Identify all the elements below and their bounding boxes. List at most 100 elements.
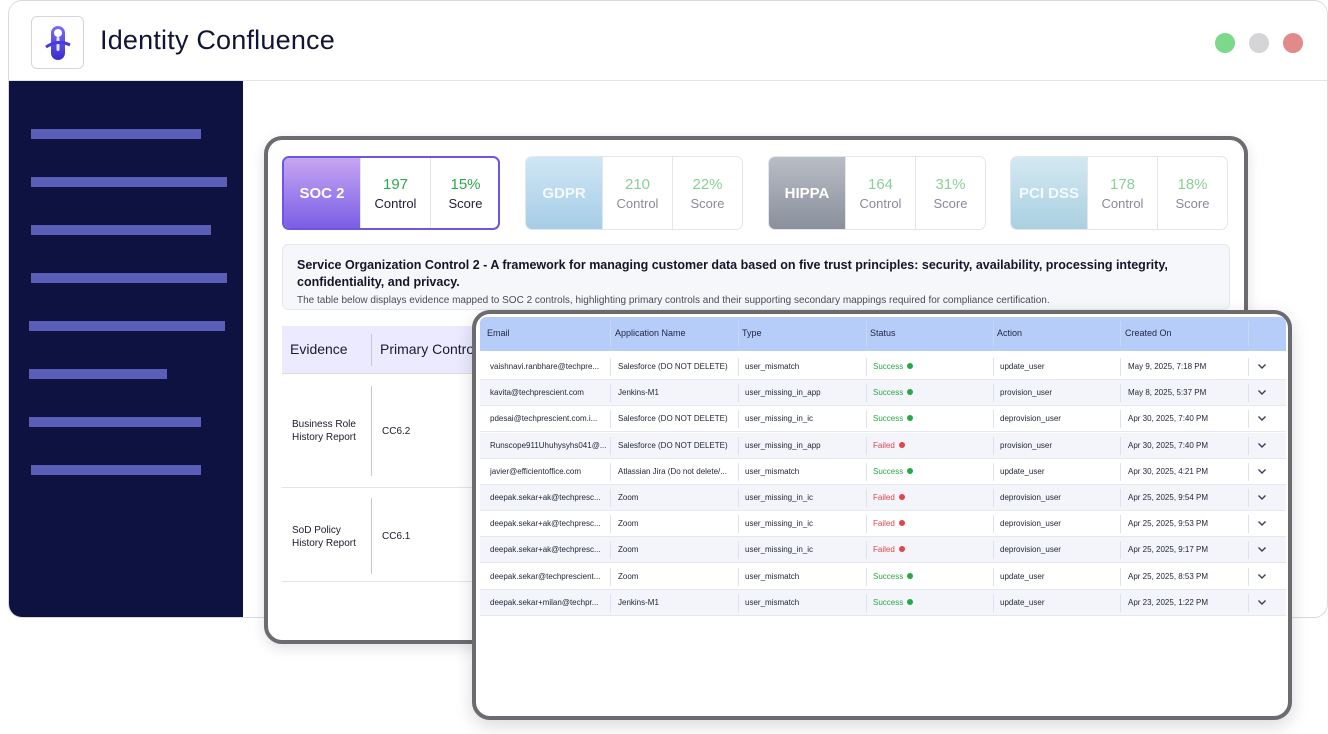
window-close-button[interactable] <box>1283 33 1303 53</box>
column-divider <box>866 515 867 534</box>
table-row[interactable]: deepak.sekar+ak@techpresc... Zoom user_mis… <box>480 511 1286 538</box>
sidebar-item-placeholder[interactable] <box>29 321 225 331</box>
cell-action: update_user <box>1000 466 1045 476</box>
table-row[interactable]: pdesai@techprescient.com.i... Salesforce … <box>480 406 1286 433</box>
column-divider <box>1248 384 1249 403</box>
cell-action: deprovision_user <box>1000 545 1061 555</box>
framework-card-pci-dss[interactable]: PCI DSS 178 Control 18% Score <box>1010 156 1228 230</box>
column-divider <box>1120 410 1121 429</box>
chevron-down-icon[interactable] <box>1256 570 1268 582</box>
cell-status: Success <box>873 467 991 476</box>
reconciliation-events-table: Email Application Name Type Status Actio… <box>472 310 1292 720</box>
cell-status: Failed <box>873 519 991 528</box>
column-divider <box>866 321 867 347</box>
cell-created-on: Apr 25, 2025, 8:53 PM <box>1128 571 1209 581</box>
framework-name: SOC 2 <box>284 158 360 228</box>
cell-action: deprovision_user <box>1000 519 1061 529</box>
framework-card-hippa[interactable]: HIPPA 164 Control 31% Score <box>768 156 986 230</box>
chevron-down-icon[interactable] <box>1256 412 1268 424</box>
cell-email: deepak.sekar+ak@techpresc... <box>490 493 601 502</box>
cell-action: update_user <box>1000 597 1045 607</box>
chevron-down-icon[interactable] <box>1256 491 1268 503</box>
chevron-down-icon[interactable] <box>1256 543 1268 555</box>
sidebar-item-placeholder[interactable] <box>31 177 227 187</box>
status-label: Failed <box>873 440 895 450</box>
evidence-row[interactable]: Business Role History Report CC6.2 <box>282 374 482 488</box>
column-divider <box>1248 541 1249 560</box>
column-divider <box>738 567 739 586</box>
column-divider <box>610 462 611 481</box>
success-indicator-icon <box>907 467 914 474</box>
sidebar-item-placeholder[interactable] <box>29 369 167 379</box>
column-header-status[interactable]: Status <box>870 328 896 338</box>
column-header-application-name[interactable]: Application Name <box>615 328 686 338</box>
table-row[interactable]: deepak.sekar+ak@techpresc... Zoom user_mis… <box>480 537 1286 564</box>
window-minimize-button[interactable] <box>1249 33 1269 53</box>
app-logo[interactable] <box>31 16 84 69</box>
column-divider <box>993 321 994 347</box>
table-row[interactable]: Runscope911Uhuhysyhs041@... Salesforce (D… <box>480 432 1286 459</box>
sidebar-item-placeholder[interactable] <box>29 417 201 427</box>
chevron-down-icon[interactable] <box>1256 517 1268 529</box>
sidebar-item-placeholder[interactable] <box>31 129 201 139</box>
column-header-action[interactable]: Action <box>997 328 1022 338</box>
column-divider <box>1120 462 1121 481</box>
cell-action: update_user <box>1000 571 1045 581</box>
chevron-down-icon[interactable] <box>1256 596 1268 608</box>
table-row[interactable]: deepak.sekar+ak@techpresc... Zoom user_mis… <box>480 485 1286 511</box>
cell-application-name: Zoom <box>618 545 639 555</box>
status-label: Success <box>873 388 904 398</box>
framework-card-soc2[interactable]: SOC 2 197 Control 15% Score <box>282 156 500 230</box>
column-divider <box>610 410 611 429</box>
cell-type: user_missing_in_ic <box>745 493 814 502</box>
column-header-evidence[interactable]: Evidence <box>290 341 348 357</box>
table-row[interactable]: deepak.sekar+milan@techpr... Jenkins-M1 us… <box>480 589 1286 616</box>
cell-created-on: May 9, 2025, 7:18 PM <box>1128 362 1207 371</box>
chevron-down-icon[interactable] <box>1256 465 1268 477</box>
chevron-down-icon[interactable] <box>1256 386 1268 398</box>
cell-application-name: Zoom <box>618 571 639 581</box>
sidebar-item-placeholder[interactable] <box>31 273 227 283</box>
cell-type: user_mismatch <box>745 597 800 607</box>
framework-card-gdpr[interactable]: GDPR 210 Control 22% Score <box>525 156 743 230</box>
column-header-type[interactable]: Type <box>742 328 762 338</box>
column-divider <box>993 384 994 403</box>
table-row[interactable]: kavita@techprescient.com Jenkins-M1 user_m… <box>480 380 1286 407</box>
sidebar-item-placeholder[interactable] <box>31 225 211 235</box>
column-header-created-on[interactable]: Created On <box>1125 328 1172 338</box>
cell-created-on: May 8, 2025, 5:37 PM <box>1128 388 1207 398</box>
table-row[interactable]: vaishnavi.ranbhare@techpre... Salesforce … <box>480 354 1286 380</box>
column-divider <box>866 593 867 612</box>
column-divider <box>1120 358 1121 376</box>
success-indicator-icon <box>907 389 914 396</box>
evidence-row[interactable]: SoD Policy History Report CC6.1 <box>282 488 482 582</box>
sidebar-item-placeholder[interactable] <box>31 465 201 475</box>
column-divider <box>993 462 994 481</box>
cell-created-on: Apr 30, 2025, 4:21 PM <box>1128 466 1209 476</box>
column-header-email[interactable]: Email <box>487 328 510 338</box>
framework-controls-label: Control <box>616 195 659 211</box>
table-row[interactable]: javier@efficientoffice.com Atlassian Jira… <box>480 459 1286 485</box>
success-indicator-icon <box>907 415 914 422</box>
chevron-down-icon[interactable] <box>1256 360 1268 372</box>
column-divider <box>1120 321 1121 347</box>
framework-score-label: Score <box>690 195 725 211</box>
success-indicator-icon <box>907 598 914 605</box>
column-divider <box>1248 462 1249 481</box>
framework-score: 22% Score <box>672 157 742 229</box>
window-maximize-button[interactable] <box>1215 33 1235 53</box>
cell-type: user_mismatch <box>745 571 800 581</box>
framework-controls-label: Control <box>1101 195 1144 211</box>
table-row[interactable]: deepak.sekar@techprescient... Zoom user_mi… <box>480 564 1286 590</box>
column-header-primary-control[interactable]: Primary Contro <box>380 341 474 357</box>
framework-controls: 178 Control <box>1087 157 1157 229</box>
column-divider <box>993 358 994 376</box>
framework-score-label: Score <box>933 195 968 211</box>
cell-status: Success <box>873 598 991 607</box>
column-divider <box>1248 593 1249 612</box>
status-label: Success <box>873 362 904 371</box>
chevron-down-icon[interactable] <box>1256 439 1268 451</box>
column-divider <box>610 321 611 347</box>
cell-action: update_user <box>1000 362 1045 371</box>
column-divider <box>738 410 739 429</box>
